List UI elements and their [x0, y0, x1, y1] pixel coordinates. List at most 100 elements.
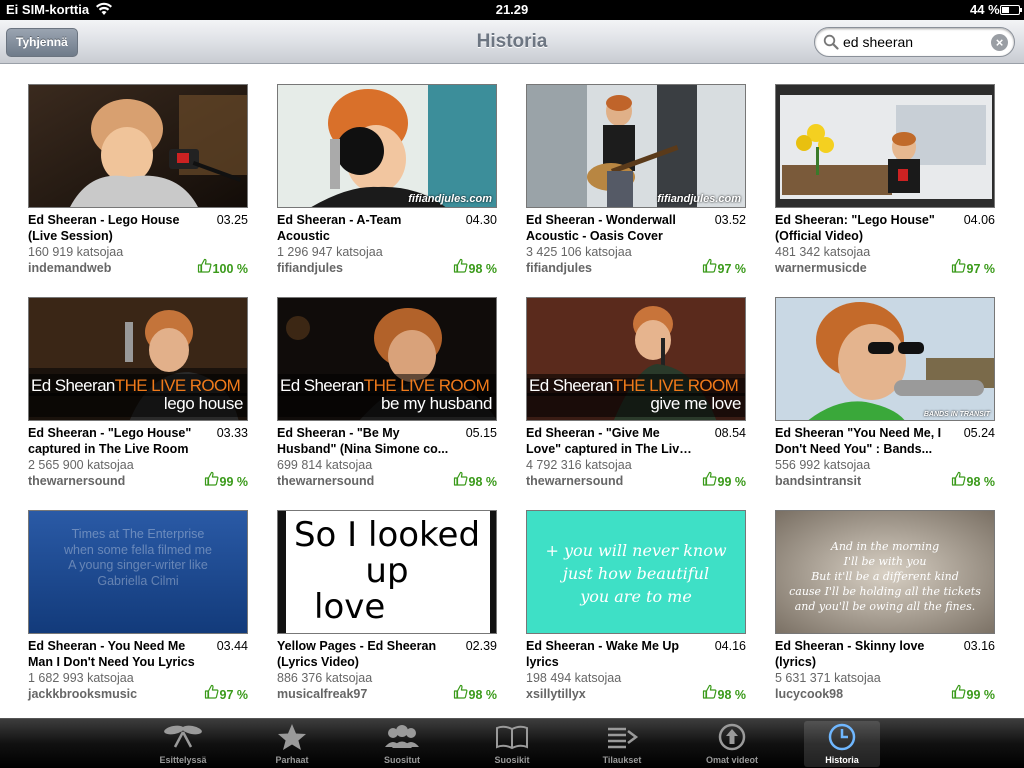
- tab-clock[interactable]: Historia: [804, 721, 880, 767]
- thumbnail-watermark: fifiandjules.com: [657, 193, 741, 205]
- overlay-artist: Ed SheeranTHE LIVE ROOM: [31, 376, 241, 396]
- view-count: 699 814 katsojaa: [277, 458, 373, 472]
- view-count: 481 342 katsojaa: [775, 245, 871, 259]
- search-icon: [823, 34, 839, 55]
- channel-name[interactable]: warnermusicde: [775, 261, 867, 275]
- search-input[interactable]: [843, 33, 983, 51]
- people-icon: [364, 723, 440, 751]
- video-thumbnail[interactable]: [775, 84, 995, 208]
- thumbs-up-icon: [702, 258, 718, 276]
- video-thumbnail[interactable]: And in the morning I'll be with you But it…: [775, 510, 995, 634]
- rating-value: 97 %: [966, 262, 996, 276]
- video-title[interactable]: Ed Sheeran "You Need Me, I Don't Need Yo…: [775, 425, 947, 457]
- thumbs-up-icon: [204, 471, 220, 489]
- tab-subscriptions[interactable]: Tilaukset: [584, 721, 660, 767]
- search-field[interactable]: ×: [814, 27, 1015, 57]
- rating: 99 %: [951, 684, 996, 702]
- view-count: 4 792 316 katsojaa: [526, 458, 632, 472]
- channel-name[interactable]: fifiandjules: [277, 261, 343, 275]
- video-card[interactable]: fifiandjules.com Ed Sheeran - Wonderwall …: [526, 84, 746, 284]
- tab-label: Suositut: [384, 755, 420, 765]
- video-card[interactable]: So I looked up love Yellow Pages - Ed Shee…: [277, 510, 497, 710]
- video-thumbnail[interactable]: fifiandjules.com: [277, 84, 497, 208]
- video-title[interactable]: Yellow Pages - Ed Sheeran (Lyrics Video): [277, 638, 449, 670]
- tab-people[interactable]: Suositut: [364, 721, 440, 767]
- channel-name[interactable]: thewarnersound: [28, 474, 125, 488]
- channel-name[interactable]: thewarnersound: [526, 474, 623, 488]
- tab-book[interactable]: Suosikit: [474, 721, 550, 767]
- video-card[interactable]: Times at The Enterprise when some fella f…: [28, 510, 248, 710]
- subscriptions-icon: [584, 723, 660, 751]
- channel-name[interactable]: indemandweb: [28, 261, 111, 275]
- video-thumbnail[interactable]: So I looked up love: [277, 510, 497, 634]
- video-title[interactable]: Ed Sheeran - Skinny love (lyrics): [775, 638, 947, 670]
- video-card[interactable]: + you will never know just how beautiful y…: [526, 510, 746, 710]
- star-icon: [254, 723, 330, 751]
- lyric-line: when some fella filmed me: [64, 542, 212, 557]
- video-title[interactable]: Ed Sheeran - "Be My Husband" (Nina Simon…: [277, 425, 449, 457]
- video-card[interactable]: And in the morning I'll be with you But it…: [775, 510, 995, 710]
- book-icon: [474, 723, 550, 751]
- video-thumbnail[interactable]: [28, 84, 248, 208]
- tab-star[interactable]: Parhaat: [254, 721, 330, 767]
- video-thumbnail[interactable]: Ed SheeranTHE LIVE ROOM give me love: [526, 297, 746, 421]
- tab-upload[interactable]: Omat videot: [694, 721, 770, 767]
- video-thumbnail[interactable]: BANDS IN TRANSIT: [775, 297, 995, 421]
- clear-history-button[interactable]: Tyhjennä: [6, 28, 78, 57]
- lyric-line: cause I'll be holding all the tickets: [789, 585, 981, 598]
- video-thumbnail[interactable]: fifiandjules.com: [526, 84, 746, 208]
- channel-name[interactable]: fifiandjules: [526, 261, 592, 275]
- video-card[interactable]: Ed Sheeran: "Lego House" (Official Video…: [775, 84, 995, 284]
- video-title[interactable]: Ed Sheeran - Wonderwall Acoustic - Oasis…: [526, 212, 698, 244]
- overlay-artist-name: Ed Sheeran: [31, 376, 115, 395]
- rating: 100 %: [197, 258, 248, 276]
- overlay-song: give me love: [650, 394, 741, 413]
- thumbs-up-icon: [951, 471, 967, 489]
- rating-value: 98 %: [966, 475, 996, 489]
- video-card[interactable]: Ed Sheeran - Lego House (Live Session) 03…: [28, 84, 248, 284]
- video-duration: 03.44: [216, 639, 248, 653]
- tab-featured[interactable]: Esittelyssä: [145, 721, 221, 767]
- tab-label: Esittelyssä: [159, 755, 207, 765]
- channel-name[interactable]: bandsintransit: [775, 474, 861, 488]
- navigation-bar: Tyhjennä Historia ×: [0, 20, 1024, 64]
- rating-value: 98 %: [468, 688, 498, 702]
- video-card[interactable]: fifiandjules.com Ed Sheeran - A-Team Acou…: [277, 84, 497, 284]
- thumbnail-lyrics: And in the morning I'll be with you But it…: [776, 539, 994, 614]
- video-thumbnail[interactable]: + you will never know just how beautiful y…: [526, 510, 746, 634]
- video-thumbnail[interactable]: Ed SheeranTHE LIVE ROOM lego house: [28, 297, 248, 421]
- video-duration: 05.15: [465, 426, 497, 440]
- overlay-artist: Ed SheeranTHE LIVE ROOM: [529, 376, 739, 396]
- video-title[interactable]: Ed Sheeran: "Lego House" (Official Video…: [775, 212, 947, 244]
- view-count: 1 682 993 katsojaa: [28, 671, 134, 685]
- video-title[interactable]: Ed Sheeran - "Give Me Love" captured in …: [526, 425, 698, 457]
- overlay-artist-name: Ed Sheeran: [529, 376, 613, 395]
- video-duration: 04.06: [963, 213, 995, 227]
- thumbs-up-icon: [951, 258, 967, 276]
- video-card[interactable]: Ed SheeranTHE LIVE ROOM be my husband Ed S…: [277, 297, 497, 497]
- channel-name[interactable]: musicalfreak97: [277, 687, 367, 701]
- video-title[interactable]: Ed Sheeran - A-Team Acoustic: [277, 212, 449, 244]
- lyric-line: A young singer-writer like: [68, 558, 208, 572]
- video-title[interactable]: Ed Sheeran - Wake Me Up lyrics: [526, 638, 698, 670]
- channel-name[interactable]: lucycook98: [775, 687, 843, 701]
- tab-label: Omat videot: [705, 755, 758, 765]
- video-title[interactable]: Ed Sheeran - Lego House (Live Session): [28, 212, 200, 244]
- thumbs-up-icon: [453, 258, 469, 276]
- rating-value: 99 %: [966, 688, 996, 702]
- video-duration: 03.25: [216, 213, 248, 227]
- rating: 98 %: [453, 471, 497, 489]
- video-thumbnail[interactable]: Ed SheeranTHE LIVE ROOM be my husband: [277, 297, 497, 421]
- channel-name[interactable]: thewarnersound: [277, 474, 374, 488]
- rating: 98 %: [951, 471, 996, 489]
- clear-search-icon[interactable]: ×: [991, 34, 1008, 51]
- video-thumbnail[interactable]: Times at The Enterprise when some fella f…: [28, 510, 248, 634]
- rating: 99 %: [204, 471, 248, 489]
- video-title[interactable]: Ed Sheeran - "Lego House" captured in Th…: [28, 425, 200, 457]
- video-card[interactable]: BANDS IN TRANSIT Ed Sheeran "You Need Me,…: [775, 297, 995, 497]
- video-title[interactable]: Ed Sheeran - You Need Me Man I Don't Nee…: [28, 638, 200, 670]
- channel-name[interactable]: jackkbrooksmusic: [28, 687, 137, 701]
- video-card[interactable]: Ed SheeranTHE LIVE ROOM lego house Ed Shee…: [28, 297, 248, 497]
- channel-name[interactable]: xsillytillyx: [526, 687, 586, 701]
- video-card[interactable]: Ed SheeranTHE LIVE ROOM give me love Ed Sh…: [526, 297, 746, 497]
